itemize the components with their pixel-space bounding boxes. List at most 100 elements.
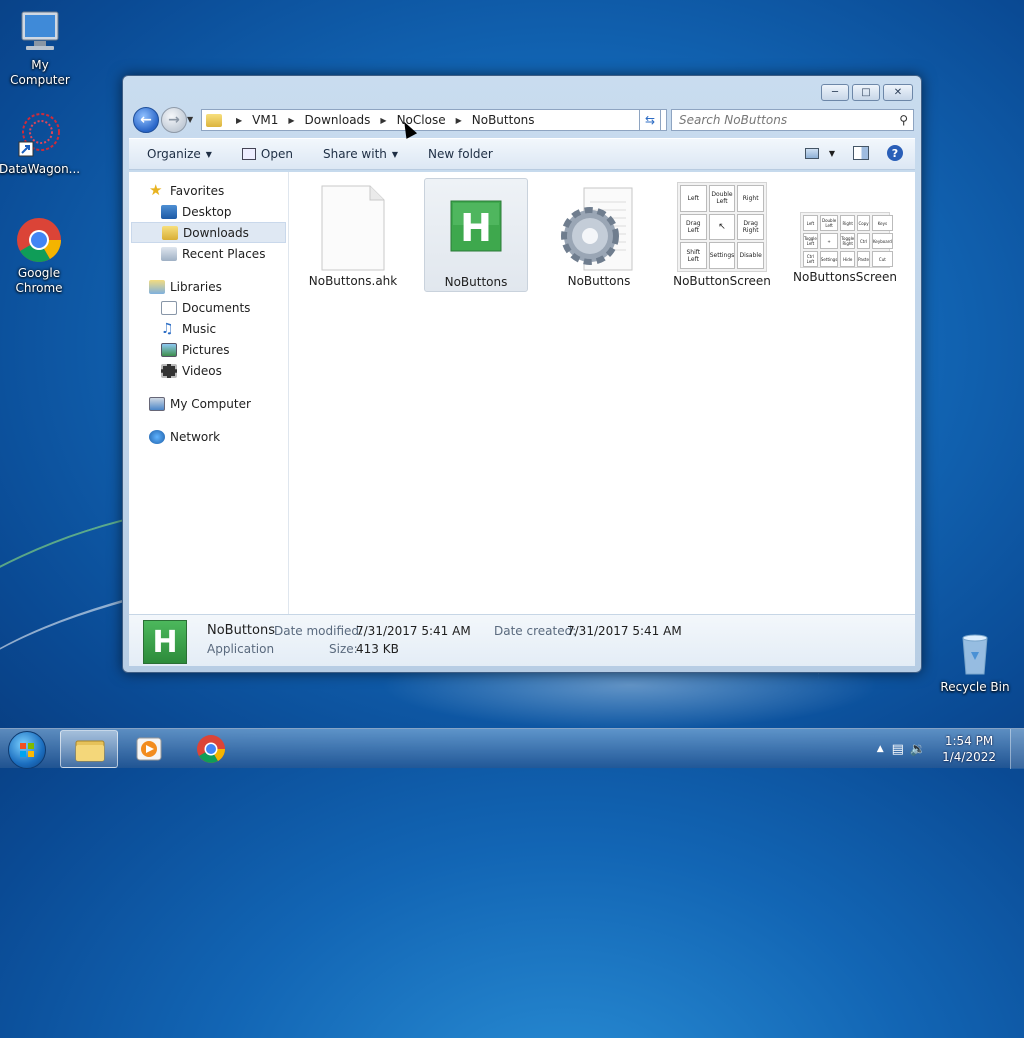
thumb-button: Drag Left: [680, 213, 707, 241]
thumb-button: Right: [840, 215, 856, 231]
datawagon-icon: [15, 112, 63, 160]
file-item[interactable]: Left Double Left Right Drag Left ↖ Drag …: [670, 178, 774, 292]
maximize-button[interactable]: □: [852, 84, 880, 101]
pictures-icon: [161, 342, 177, 357]
nav-label: Libraries: [170, 279, 222, 294]
share-with-button[interactable]: Share with ▼: [313, 147, 408, 161]
videos-icon: [161, 363, 177, 378]
chevron-right-icon[interactable]: ▶: [236, 116, 242, 125]
taskbar-explorer-button[interactable]: [60, 730, 118, 768]
date-created-value: 7/31/2017 5:41 AM: [567, 624, 682, 638]
file-list: NoButtons.ahk H NoButtons NoButtons Left…: [297, 178, 915, 298]
show-desktop-button[interactable]: [1010, 729, 1024, 769]
view-controls: ▼ ?: [804, 145, 903, 161]
file-item-selected[interactable]: H NoButtons: [424, 178, 528, 292]
forward-button[interactable]: →: [161, 107, 187, 133]
navigation-pane: ★ Favorites Desktop Downloads Recent Pla…: [129, 172, 289, 614]
nav-downloads[interactable]: Downloads: [131, 222, 286, 243]
back-button[interactable]: ←: [133, 107, 159, 133]
thumb-button: Drag Right: [737, 213, 764, 241]
desktop-icon-label: Recycle Bin: [940, 680, 1010, 694]
desktop-icon-google-chrome[interactable]: Google Chrome: [0, 216, 79, 296]
thumb-button: Left: [680, 185, 707, 212]
taskbar-media-player-button[interactable]: [120, 730, 178, 768]
nav-network[interactable]: Network: [129, 426, 288, 447]
chevron-down-icon: ▼: [205, 149, 212, 159]
organize-button[interactable]: Organize ▼: [137, 147, 222, 161]
screenshot-thumbnail: Left Double Left Right Copy Keys Toggle …: [800, 212, 893, 268]
nav-pictures[interactable]: Pictures: [129, 339, 288, 360]
cursor-icon: ↖: [708, 213, 736, 241]
size-label: Size:: [329, 642, 358, 656]
breadcrumb-vm1[interactable]: VM1: [250, 113, 280, 127]
recent-pages-dropdown[interactable]: ▼: [187, 115, 193, 124]
computer-icon: [149, 396, 165, 411]
share-with-label: Share with: [322, 147, 387, 161]
folder-icon: [75, 740, 105, 762]
downloads-folder-icon: [162, 225, 178, 240]
desktop-icon-recycle-bin[interactable]: Recycle Bin: [935, 630, 1015, 695]
help-icon[interactable]: ?: [887, 145, 903, 161]
change-view-button[interactable]: ▼: [804, 147, 835, 159]
nav-favorites[interactable]: ★ Favorites: [129, 180, 288, 201]
nav-desktop[interactable]: Desktop: [129, 201, 288, 222]
chevron-right-icon[interactable]: ▶: [380, 116, 386, 125]
thumb-button: Keys: [871, 215, 893, 231]
thumb-button: Left: [803, 215, 818, 231]
nav-music[interactable]: ♫ Music: [129, 318, 288, 339]
desktop-icon-my-computer[interactable]: My Computer: [0, 8, 80, 88]
file-name: NoButtons.ahk: [308, 274, 398, 288]
autohotkey-icon: H: [431, 183, 521, 273]
clock[interactable]: 1:54 PM 1/4/2022: [942, 733, 996, 765]
volume-icon[interactable]: 🔉: [910, 742, 926, 757]
start-button[interactable]: [8, 731, 46, 769]
libraries-icon: [149, 279, 165, 294]
thumb-button: Right: [737, 185, 764, 212]
nav-documents[interactable]: Documents: [129, 297, 288, 318]
screenshot-thumbnail: Left Double Left Right Drag Left ↖ Drag …: [677, 182, 767, 272]
thumb-button: Disable: [737, 242, 764, 269]
breadcrumb-downloads[interactable]: Downloads: [303, 113, 373, 127]
refresh-button[interactable]: ⇆: [639, 109, 661, 131]
file-name: NoButtons: [567, 274, 631, 288]
nav-label: Music: [182, 321, 217, 336]
open-button[interactable]: Open: [232, 147, 303, 161]
file-item[interactable]: Left Double Left Right Copy Keys Toggle …: [793, 178, 897, 292]
chevron-right-icon[interactable]: ▶: [456, 116, 462, 125]
nav-libraries[interactable]: Libraries: [129, 276, 288, 297]
clock-date: 1/4/2022: [942, 750, 996, 764]
file-name: NoButtonScreen: [673, 274, 771, 288]
nav-my-computer[interactable]: My Computer: [129, 393, 288, 414]
taskbar-chrome-button[interactable]: [182, 730, 240, 768]
preview-pane-button[interactable]: [853, 146, 869, 160]
gear-icon: [554, 182, 644, 272]
details-file-type: Application: [207, 642, 275, 656]
navigation-bar: ← → ▼ ▶ VM1 ▶ Downloads ▶ NoClose ▶ NoBu…: [131, 106, 914, 134]
desktop-icon-datawagon[interactable]: DataWagon...: [0, 112, 80, 177]
file-item[interactable]: NoButtons: [547, 178, 651, 292]
network-status-icon[interactable]: ▤: [892, 742, 904, 757]
thumb-button: Shift Left: [680, 242, 707, 269]
file-item[interactable]: NoButtons.ahk: [301, 178, 405, 292]
address-bar[interactable]: ▶ VM1 ▶ Downloads ▶ NoClose ▶ NoButtons …: [201, 109, 667, 131]
nav-recent-places[interactable]: Recent Places: [129, 243, 288, 264]
computer-icon: [16, 8, 64, 56]
minimize-button[interactable]: ─: [821, 84, 849, 101]
nav-videos[interactable]: Videos: [129, 360, 288, 381]
chevron-right-icon[interactable]: ▶: [288, 116, 294, 125]
nav-label: Videos: [182, 363, 222, 378]
command-bar: Organize ▼ Open Share with ▼ New folder ▼ …: [129, 138, 915, 170]
recent-places-icon: [161, 246, 177, 261]
nav-label: Favorites: [170, 183, 225, 198]
search-input[interactable]: Search NoButtons ⚲: [671, 109, 914, 131]
view-icon: [804, 147, 819, 159]
search-icon[interactable]: ⚲: [899, 113, 908, 127]
new-folder-button[interactable]: New folder: [418, 147, 503, 161]
taskbar: ▲ ▤ 🔉 1:54 PM 1/4/2022: [0, 728, 1024, 769]
open-label: Open: [260, 147, 293, 161]
svg-text:H: H: [460, 206, 492, 250]
breadcrumb-nobuttons[interactable]: NoButtons: [470, 113, 537, 127]
show-hidden-icons-icon[interactable]: ▲: [877, 744, 884, 754]
thumb-button: +: [819, 233, 839, 249]
close-button[interactable]: ✕: [883, 84, 913, 101]
